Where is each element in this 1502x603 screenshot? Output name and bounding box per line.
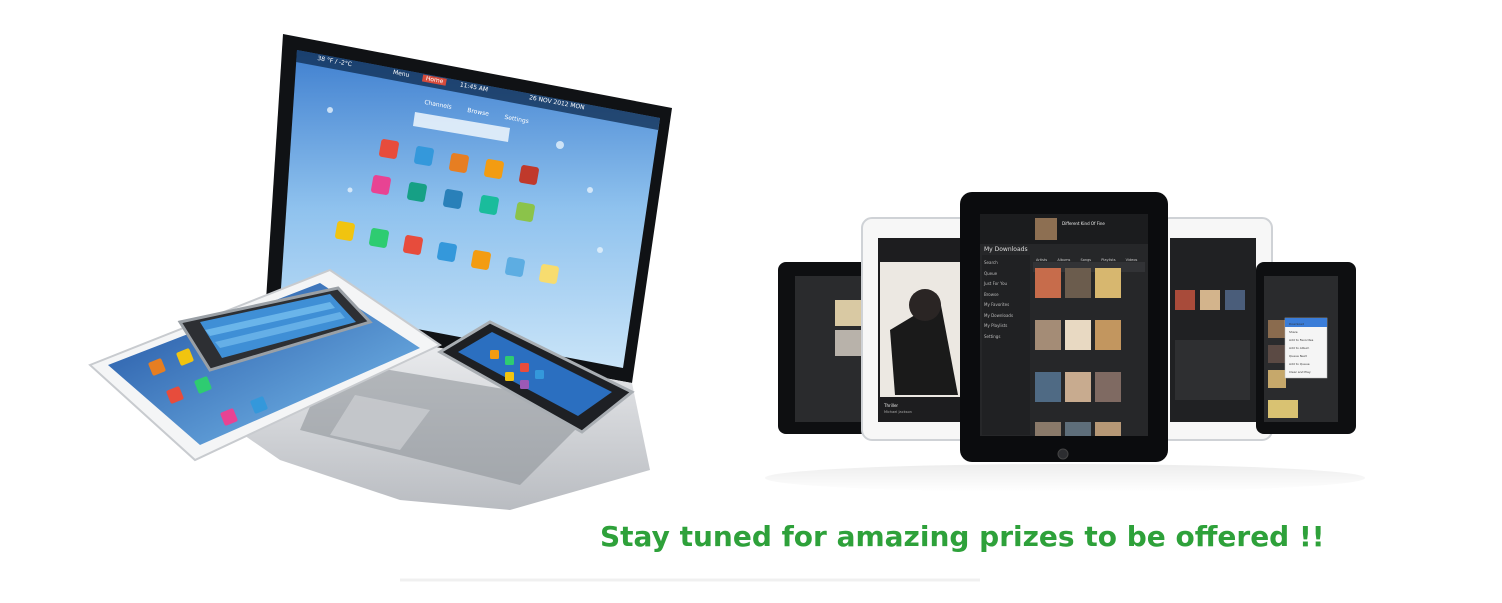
sidebar-item-downloads: My Downloads (984, 312, 1014, 318)
menu-item-share: Share (1289, 330, 1298, 334)
sidebar-item-browse: Browse (984, 291, 999, 297)
tablet-left-white (861, 217, 973, 441)
menu-item-queue-next: Queue Next (1289, 354, 1307, 358)
tablet-far-left (778, 262, 874, 434)
now-playing: Different Kind Of Fine (1062, 221, 1105, 226)
tab-artists: Artists (1036, 258, 1048, 262)
tab-playlists: Playlists (1101, 258, 1116, 262)
sidebar-item-queue: Queue (984, 270, 998, 276)
menu-item-download: Download (1289, 322, 1304, 326)
section-title: My Downloads (984, 246, 1028, 253)
menu-item-add-queue: Add to Queue (1289, 362, 1310, 366)
music-sidebar: Search Queue Just For You Browse My Favo… (984, 258, 1030, 342)
tab-videos: Videos (1125, 258, 1138, 262)
context-menu-items: Download Share Add to Favorites Add to A… (1289, 320, 1313, 376)
tablet-right-white (1159, 217, 1273, 441)
promo-tagline: Stay tuned for amazing prizes to be offe… (600, 520, 1325, 553)
music-tabs: Artists Albums Songs Playlists Videos (1036, 258, 1137, 262)
sidebar-item-search: Search (984, 260, 998, 265)
sidebar-item-just-for-you: Just For You (984, 281, 1008, 286)
tab-albums: Albums (1057, 258, 1071, 262)
devices-illustration (88, 34, 1365, 582)
menu-item-add-album: Add to Album (1289, 346, 1310, 350)
album-title: Thriller (884, 403, 899, 408)
sidebar-item-favorites: My Favorites (984, 302, 1010, 307)
tab-songs: Songs (1080, 258, 1092, 262)
album-artist: Michael Jackson (884, 410, 912, 414)
menu-item-add-favorites: Add to Favorites (1289, 338, 1314, 342)
sidebar-item-settings: Settings (984, 333, 1001, 339)
sidebar-item-playlists: My Playlists (984, 323, 1008, 328)
menu-item-clear-play: Clear and Play (1289, 370, 1311, 374)
